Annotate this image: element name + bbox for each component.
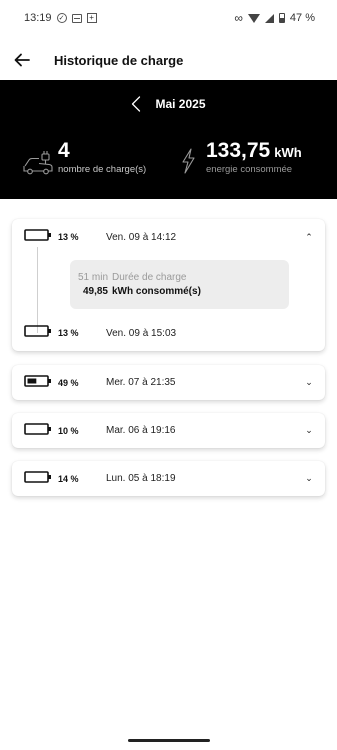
battery-percent: 13 % xyxy=(58,328,79,338)
battery-percent: 49 % xyxy=(58,377,79,388)
previous-month-button[interactable] xyxy=(131,96,141,112)
chevron-down-icon[interactable]: ⌄ xyxy=(303,377,315,388)
status-time: 13:19 xyxy=(24,12,52,24)
battery-level-icon xyxy=(24,228,52,246)
charge-session-header[interactable]: 14 % Lun. 05 à 18:19 ⌄ xyxy=(12,461,325,496)
chevron-left-icon xyxy=(132,96,141,112)
session-date: Mar. 06 à 19:16 xyxy=(106,425,176,436)
duration-label: Durée de charge xyxy=(112,272,187,283)
battery-level-icon xyxy=(24,470,52,488)
charge-session-header[interactable]: 49 % Mer. 07 à 21:35 ⌄ xyxy=(12,365,325,400)
link-icon: ∞ xyxy=(234,11,243,25)
add-notification-icon: + xyxy=(86,13,97,23)
wifi-icon xyxy=(247,13,260,23)
battery-percentage: 47 % xyxy=(289,12,315,24)
charge-session-card[interactable]: 13 % Ven. 09 à 14:12 ⌃ 51 min Durée de c… xyxy=(12,219,325,351)
charge-session-card[interactable]: 14 % Lun. 05 à 18:19 ⌄ xyxy=(12,461,325,496)
session-date: Lun. 05 à 18:19 xyxy=(106,473,176,484)
charge-session-end: 13 % Ven. 09 à 15:03 xyxy=(12,315,325,351)
back-button[interactable] xyxy=(2,42,42,78)
current-month: Mai 2025 xyxy=(155,97,206,111)
battery-level-icon xyxy=(24,422,52,440)
duration-value: 51 min xyxy=(77,272,108,283)
energy-value: 133,75 xyxy=(206,139,271,162)
arrow-left-icon xyxy=(14,53,30,67)
status-bar: 13:19 ✓ + ∞ 47 % xyxy=(0,0,337,36)
charge-count-value: 4 xyxy=(58,139,70,162)
session-end-date: Ven. 09 à 15:03 xyxy=(106,327,177,339)
battery-status-icon xyxy=(278,13,285,23)
session-details: 51 min Durée de charge 49,85 kWh consomm… xyxy=(70,260,289,309)
energy-stat: 133,75 kWh energie consommée xyxy=(180,140,302,175)
app-bar: Historique de charge xyxy=(0,42,337,78)
signal-icon xyxy=(264,13,274,23)
do-not-disturb-icon: ✓ xyxy=(56,13,67,23)
session-date: Mer. 07 à 21:35 xyxy=(106,377,176,388)
charge-session-card[interactable]: 49 % Mer. 07 à 21:35 ⌄ xyxy=(12,365,325,400)
electric-car-icon xyxy=(23,151,53,175)
battery-percent: 10 % xyxy=(58,425,79,436)
consumed-value: 49,85 xyxy=(82,286,108,297)
page-title: Historique de charge xyxy=(54,52,184,68)
chevron-up-icon[interactable]: ⌃ xyxy=(303,232,315,243)
calendar-icon xyxy=(71,13,82,23)
charge-session-header[interactable]: 10 % Mar. 06 à 19:16 ⌄ xyxy=(12,413,325,448)
chevron-down-icon[interactable]: ⌄ xyxy=(303,473,315,484)
energy-label: energie consommée xyxy=(206,164,293,175)
charge-count-label: nombre de charge(s) xyxy=(58,164,147,175)
battery-level-icon xyxy=(24,374,52,392)
battery-percent: 14 % xyxy=(58,473,79,484)
charge-session-header[interactable]: 13 % Ven. 09 à 14:12 ⌃ xyxy=(12,219,325,255)
session-date: Ven. 09 à 14:12 xyxy=(106,231,177,243)
lightning-bolt-icon xyxy=(182,148,195,174)
consumed-label: kWh consommé(s) xyxy=(112,286,201,297)
battery-level-icon xyxy=(24,324,52,342)
home-indicator[interactable] xyxy=(128,739,210,742)
charge-session-card[interactable]: 10 % Mar. 06 à 19:16 ⌄ xyxy=(12,413,325,448)
monthly-summary: Mai 2025 4 nombre de charge(s) 133,75 kW… xyxy=(0,80,337,199)
month-selector: Mai 2025 xyxy=(0,96,337,112)
charge-count-stat: 4 nombre de charge(s) xyxy=(22,140,146,176)
energy-unit: kWh xyxy=(274,145,302,160)
chevron-down-icon[interactable]: ⌄ xyxy=(303,425,315,436)
status-bar-left: 13:19 ✓ + xyxy=(24,12,97,24)
battery-percent: 13 % xyxy=(58,232,79,242)
status-bar-right: ∞ 47 % xyxy=(234,11,315,25)
